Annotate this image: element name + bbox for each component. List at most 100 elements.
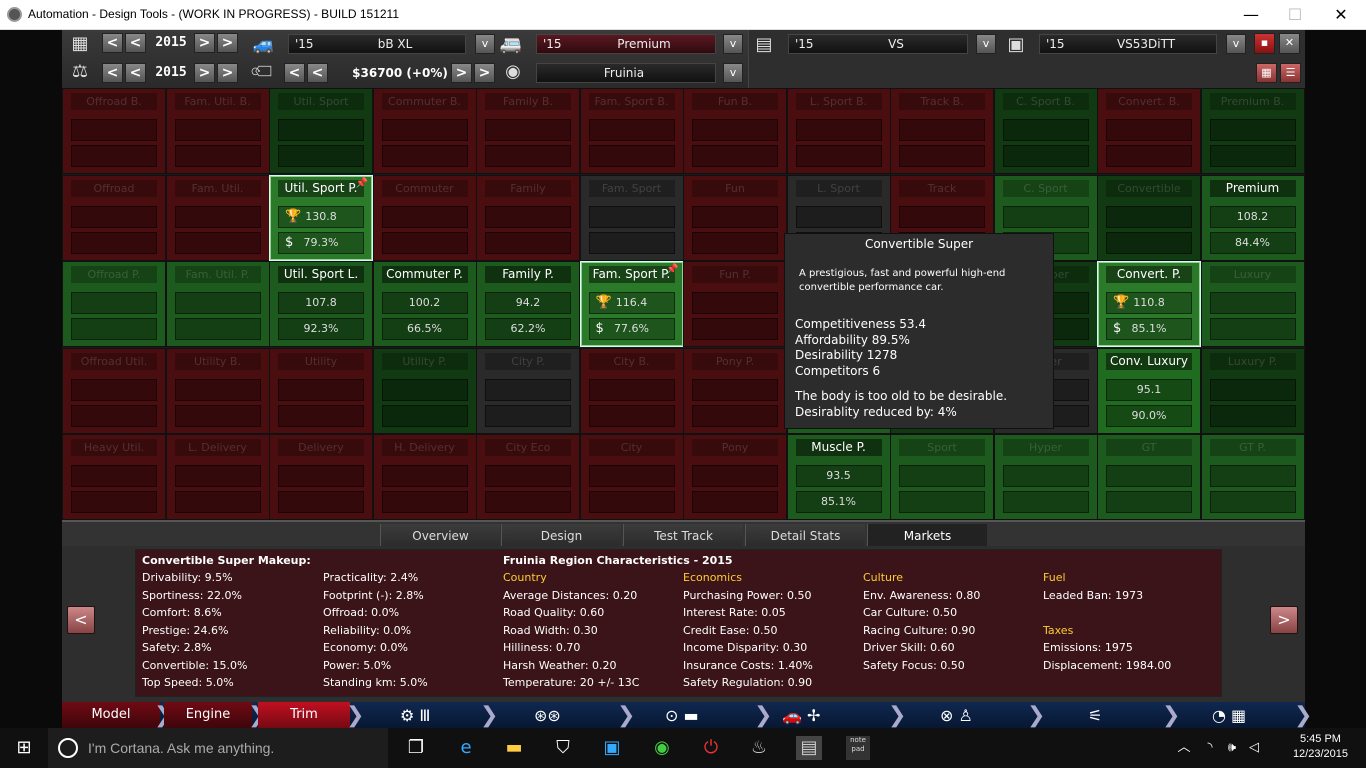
price-first-button[interactable]: < [284,63,305,83]
market-cell[interactable]: Util. Sport P. 📌 🏆 130.8 $79.3% [269,174,373,261]
market-cell[interactable]: City Eco [476,434,580,520]
suspension-icon[interactable]: ⊙ ▬ [665,706,699,726]
prev-arrow-button[interactable]: < [67,606,95,634]
region-dropdown-button[interactable]: v [723,63,743,83]
market-cell[interactable]: GT [1097,434,1201,520]
app-icon-blue[interactable]: ▣ [600,736,624,760]
market-cell[interactable]: Family P. 94.2 62.2% [476,261,580,347]
market-cell[interactable]: Delivery [269,434,373,520]
pin-icon[interactable]: 📌 [356,178,368,189]
windows-start-icon[interactable]: ⊞ [12,736,36,760]
year2-prev-button[interactable]: < [125,63,146,83]
year2-last-button[interactable]: > [217,63,238,83]
safety-icon[interactable]: ⚟ [1088,706,1102,726]
edge-icon[interactable]: e [454,736,478,760]
market-cell[interactable]: Fam. Util. [165,174,270,261]
market-cell[interactable]: Family B. [476,88,580,174]
market-cell[interactable]: Convert. P. 🏆 110.8 $85.1% [1097,261,1201,347]
interior-icon[interactable]: ⊗ ♙ [940,706,973,726]
region-select[interactable]: Fruinia [536,63,716,83]
market-cell[interactable]: Premium B. [1200,88,1305,174]
speaker-icon[interactable]: ◁ [1242,736,1266,760]
market-cell[interactable]: H. Delivery [372,434,477,520]
store-icon[interactable]: ⛉ [551,736,575,760]
price-prev-button[interactable]: < [307,63,328,83]
nav-engine[interactable]: Engine [164,702,252,730]
market-cell[interactable]: Util. Sport L. 107.8 92.3% [269,261,373,347]
market-cell[interactable]: L. Delivery [165,434,270,520]
market-cell[interactable]: Fam. Sport P. 📌 🏆 116.4 $77.6% [579,261,684,347]
year-next-button[interactable]: > [194,33,215,53]
trim-select[interactable]: '15 Premium [536,34,716,54]
market-cell[interactable]: Util. Sport [269,88,373,174]
market-cell[interactable]: Convert. B. [1097,88,1201,174]
tab-markets[interactable]: Markets [867,524,987,548]
market-cell[interactable]: City [579,434,684,520]
tab-test-track[interactable]: Test Track [623,524,743,548]
market-cell[interactable]: Utility P. [372,347,477,434]
save-icon[interactable]: ▪ [1254,33,1275,54]
market-cell[interactable]: Utility B. [165,347,270,434]
market-cell[interactable]: Offroad Util. [62,347,166,434]
model-select[interactable]: '15 bB XL [288,34,466,54]
wheels-icon[interactable]: ⊛⊛ [534,706,561,726]
steam-icon[interactable]: ♨ [747,736,771,760]
chevron-up-icon[interactable]: ︿ [1172,736,1196,760]
market-cell[interactable]: Heavy Util. [62,434,166,520]
engine-select[interactable]: '15 VS [788,34,968,54]
market-cell[interactable]: Commuter P. 100.2 66.5% [372,261,477,347]
minimize-button[interactable]: — [1228,0,1274,30]
automation-app-icon[interactable]: ▤ [796,736,822,760]
market-cell[interactable]: Premium 108.2 84.4% [1200,174,1305,261]
pin-icon[interactable]: 📌 [666,264,678,275]
market-cell[interactable]: Luxury [1200,261,1305,347]
market-cell[interactable]: Offroad [62,174,166,261]
market-cell[interactable]: L. Sport B. [786,88,891,174]
market-cell[interactable]: Hyper [993,434,1098,520]
year-last-button[interactable]: > [217,33,238,53]
market-cell[interactable]: Commuter [372,174,477,261]
power-app-icon[interactable]: ⏻ [699,736,723,760]
year2-next-button[interactable]: > [194,63,215,83]
market-cell[interactable]: Fun [683,174,787,261]
market-cell[interactable]: Fam. Sport [579,174,684,261]
clock[interactable]: 5:45 PM 12/23/2015 [1293,732,1348,762]
market-cell[interactable]: Track B. [890,88,994,174]
market-cell[interactable]: Commuter B. [372,88,477,174]
next-arrow-button[interactable]: > [1270,606,1298,634]
market-cell[interactable]: City P. [476,347,580,434]
list-view-icon[interactable]: ☰ [1280,63,1301,83]
market-cell[interactable]: GT P. [1200,434,1305,520]
chrome-icon[interactable]: ◉ [650,736,674,760]
volume-icon[interactable]: 🕪 [1220,736,1244,760]
nav-model[interactable]: Model [62,702,160,730]
market-cell[interactable]: Fam. Util. B. [165,88,270,174]
file-explorer-icon[interactable]: ▬ [502,736,526,760]
close-button[interactable]: ✕ [1318,0,1364,30]
engine-variant-dropdown-button[interactable]: v [1226,34,1246,54]
gearbox-icon[interactable]: ⚙ Ⅲ [400,706,430,726]
model-dropdown-button[interactable]: v [475,34,495,54]
market-cell[interactable]: Conv. Luxury 95.1 90.0% [1097,347,1201,434]
market-cell[interactable]: Fun P. [683,261,787,347]
market-cell[interactable]: Luxury P. [1200,347,1305,434]
tab-design[interactable]: Design [501,524,621,548]
market-cell[interactable]: Fam. Util. P. [165,261,270,347]
market-cell[interactable]: Family [476,174,580,261]
market-cell[interactable]: C. Sport B. [993,88,1098,174]
market-cell[interactable]: Fam. Sport B. [579,88,684,174]
notepad-icon[interactable]: note pad [846,736,870,760]
tab-overview[interactable]: Overview [380,524,500,548]
maximize-button[interactable]: ☐ [1272,0,1318,30]
market-cell[interactable]: Pony [683,434,787,520]
price-next-button[interactable]: > [451,63,472,83]
year2-first-button[interactable]: < [102,63,123,83]
task-view-icon[interactable]: ❐ [404,736,428,760]
year-first-button[interactable]: < [102,33,123,53]
engine-dropdown-button[interactable]: v [976,34,996,54]
market-cell[interactable]: Offroad B. [62,88,166,174]
aero-icon[interactable]: 🚗 ✢ [782,706,820,726]
engine-variant-select[interactable]: '15 VS53DiTT [1039,34,1217,54]
market-cell[interactable]: Offroad P. [62,261,166,347]
price-last-button[interactable]: > [474,63,495,83]
